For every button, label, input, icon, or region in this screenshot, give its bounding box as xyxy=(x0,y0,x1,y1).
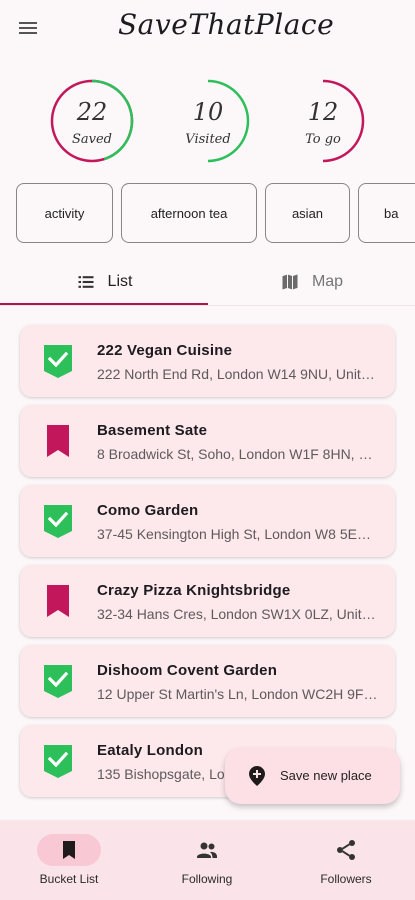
nav-following-label: Following xyxy=(181,872,233,886)
people-icon xyxy=(197,842,217,858)
menu-icon xyxy=(19,22,37,34)
stat-saved[interactable]: 22 Saved xyxy=(49,78,135,164)
map-icon xyxy=(282,274,298,290)
bookmark-icon xyxy=(40,583,76,619)
list-item[interactable]: Basement Sate 8 Broadwick St, Soho, Lond… xyxy=(20,405,395,477)
place-address: 37-45 Kensington High St, London W8 5ED,… xyxy=(97,526,380,542)
place-address: 8 Broadwick St, Soho, London W1F 8HN, Un… xyxy=(97,446,380,462)
place-name: Eataly London xyxy=(97,742,203,759)
place-address: 32-34 Hans Cres, London SW1X 0LZ, United… xyxy=(97,606,380,622)
nav-bucket-list-label: Bucket List xyxy=(39,872,99,886)
app-header: SaveThatPlace xyxy=(0,0,415,56)
nav-followers-label: Followers xyxy=(320,872,372,886)
stat-visited[interactable]: 10 Visited xyxy=(165,78,251,164)
app-title: SaveThatPlace xyxy=(118,8,335,41)
stat-saved-value: 22 xyxy=(76,98,108,126)
save-new-place-label: Save new place xyxy=(280,768,372,783)
stat-visited-value: 10 xyxy=(192,98,224,126)
stat-saved-label: Saved xyxy=(71,132,112,147)
stat-to-go-label: To go xyxy=(305,132,341,147)
tab-map-label: Map xyxy=(311,273,344,290)
bookmark-icon xyxy=(63,841,75,859)
chip-asian[interactable]: asian xyxy=(265,183,350,243)
share-icon xyxy=(337,840,355,860)
save-new-place-button[interactable]: Save new place xyxy=(225,748,400,804)
tab-list[interactable]: List xyxy=(0,258,208,306)
stats-row: 22 Saved 10 Visited 12 To go xyxy=(0,72,415,172)
nav-following[interactable]: Following xyxy=(138,820,276,900)
nav-bucket-list[interactable]: Bucket List xyxy=(0,820,138,900)
visited-check-icon xyxy=(40,343,76,379)
nav-followers[interactable]: Followers xyxy=(277,820,415,900)
chip-afternoon-tea[interactable]: afternoon tea xyxy=(121,183,257,243)
tab-list-label: List xyxy=(107,273,133,290)
view-tabs: List Map xyxy=(0,258,415,306)
visited-check-icon xyxy=(40,663,76,699)
chip-activity[interactable]: activity xyxy=(16,183,113,243)
tab-indicator xyxy=(0,303,208,305)
tab-divider xyxy=(0,305,415,306)
place-name: Crazy Pizza Knightsbridge xyxy=(97,582,291,599)
list-item[interactable]: Crazy Pizza Knightsbridge 32-34 Hans Cre… xyxy=(20,565,395,637)
nav-pill xyxy=(175,834,239,866)
nav-pill xyxy=(314,834,378,866)
list-item[interactable]: Dishoom Covent Garden 12 Upper St Martin… xyxy=(20,645,395,717)
stat-to-go[interactable]: 12 To go xyxy=(280,78,366,164)
stat-visited-label: Visited xyxy=(185,132,231,147)
visited-check-icon xyxy=(40,743,76,779)
visited-check-icon xyxy=(40,503,76,539)
list-item[interactable]: 222 Vegan Cuisine 222 North End Rd, Lond… xyxy=(20,325,395,397)
bookmark-icon xyxy=(40,423,76,459)
place-address: 12 Upper St Martin's Ln, London WC2H 9FB… xyxy=(97,686,380,702)
place-address: 222 North End Rd, London W14 9NU, United… xyxy=(97,366,380,382)
place-name: Basement Sate xyxy=(97,422,208,439)
nav-active-indicator xyxy=(37,834,101,866)
place-name: Dishoom Covent Garden xyxy=(97,662,278,679)
bottom-navigation: Bucket List Following Followers xyxy=(0,820,415,900)
place-name: 222 Vegan Cuisine xyxy=(97,342,233,359)
chip-ba[interactable]: ba xyxy=(358,183,415,243)
place-name: Como Garden xyxy=(97,502,199,519)
list-icon xyxy=(78,276,94,288)
list-item[interactable]: Como Garden 37-45 Kensington High St, Lo… xyxy=(20,485,395,557)
menu-button[interactable] xyxy=(16,16,40,40)
category-chips: activity afternoon tea asian ba xyxy=(16,183,415,247)
tab-map[interactable]: Map xyxy=(208,258,415,306)
stat-to-go-value: 12 xyxy=(307,98,339,126)
add-location-icon xyxy=(249,766,265,786)
